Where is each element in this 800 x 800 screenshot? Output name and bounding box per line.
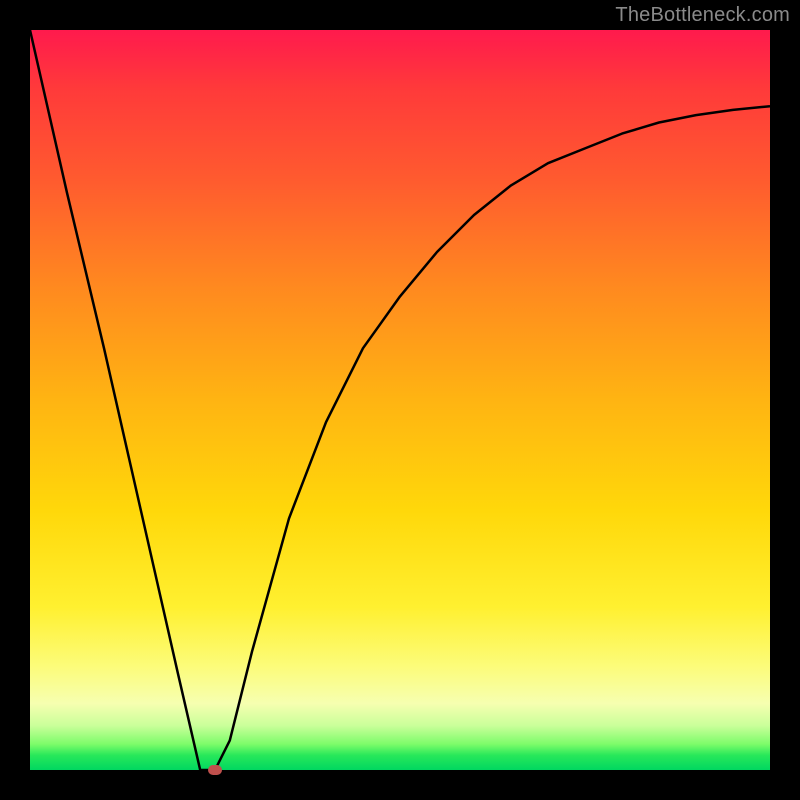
watermark-text: TheBottleneck.com (615, 4, 790, 27)
plot-area (30, 30, 770, 770)
bottleneck-curve-path (30, 30, 770, 770)
curve-svg (30, 30, 770, 770)
chart-frame: TheBottleneck.com (0, 0, 800, 800)
optimal-marker (208, 765, 222, 775)
